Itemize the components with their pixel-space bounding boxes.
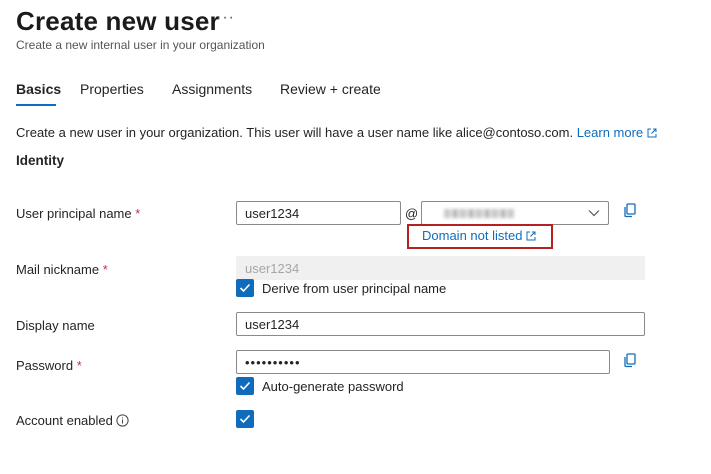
at-symbol: @ xyxy=(405,206,419,221)
tab-basics[interactable]: Basics xyxy=(16,81,61,97)
description-text: Create a new user in your organization. … xyxy=(16,125,574,140)
upn-label: User principal name * xyxy=(16,206,141,221)
display-name-input[interactable] xyxy=(236,312,645,336)
mail-nickname-input xyxy=(236,256,645,280)
section-identity: Identity xyxy=(16,153,65,168)
required-mark: * xyxy=(76,358,82,373)
required-mark: * xyxy=(102,262,108,277)
tab-review-create[interactable]: Review + create xyxy=(280,81,381,97)
tab-assignments[interactable]: Assignments xyxy=(172,81,252,97)
mail-nickname-label: Mail nickname * xyxy=(16,262,108,277)
active-tab-indicator xyxy=(16,104,56,106)
checkmark-icon xyxy=(239,381,251,391)
required-mark: * xyxy=(135,206,141,221)
info-icon xyxy=(116,414,129,427)
more-icon[interactable]: ··· xyxy=(216,9,235,27)
derive-checkbox[interactable] xyxy=(236,279,254,297)
derive-label: Derive from user principal name xyxy=(262,281,447,296)
copy-icon[interactable] xyxy=(622,202,638,218)
tab-properties[interactable]: Properties xyxy=(80,81,144,97)
chevron-down-icon xyxy=(588,210,600,217)
account-enabled-label: Account enabled xyxy=(16,413,129,428)
account-enabled-checkbox[interactable] xyxy=(236,410,254,428)
page-title: Create new user xyxy=(16,6,220,36)
description: Create a new user in your organization. … xyxy=(16,125,657,140)
external-link-icon xyxy=(647,128,657,138)
page-subtitle: Create a new internal user in your organ… xyxy=(16,38,265,52)
auto-generate-label: Auto-generate password xyxy=(262,379,404,394)
learn-more-link[interactable]: Learn more xyxy=(577,125,657,140)
upn-input[interactable] xyxy=(236,201,401,225)
blurred-domain-value xyxy=(444,209,514,218)
password-label: Password * xyxy=(16,358,82,373)
checkmark-icon xyxy=(239,414,251,424)
copy-icon[interactable] xyxy=(622,352,638,368)
checkmark-icon xyxy=(239,283,251,293)
display-name-label: Display name xyxy=(16,318,95,333)
password-input[interactable] xyxy=(236,350,610,374)
domain-not-listed-link[interactable]: Domain not listed xyxy=(422,228,536,243)
external-link-icon xyxy=(526,231,536,241)
auto-generate-checkbox[interactable] xyxy=(236,377,254,395)
domain-dropdown[interactable] xyxy=(421,201,609,225)
